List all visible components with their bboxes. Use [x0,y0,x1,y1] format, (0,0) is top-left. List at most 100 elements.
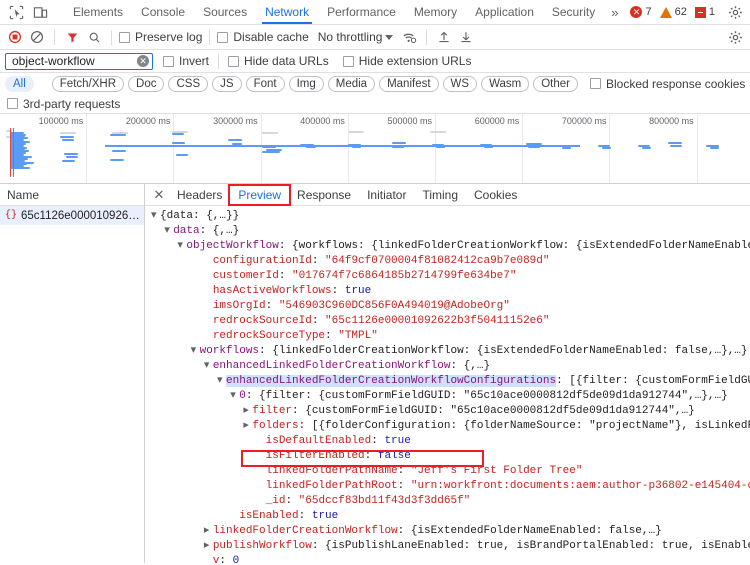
record-stop-icon[interactable] [5,27,25,47]
type-chip-wasm[interactable]: Wasm [481,76,529,92]
tab-performance[interactable]: Performance [318,0,405,24]
json-line[interactable]: ▾enhancedLinkedFolderCreationWorkflow: {… [151,359,750,374]
json-line[interactable]: ▸filter: {customFormFieldGUID: "65c10ace… [151,404,750,419]
tab-sources[interactable]: Sources [194,0,256,24]
error-badge[interactable]: ✕ 7 [627,6,654,18]
overview-tick-label: 800000 ms [649,116,694,126]
tab-cookies[interactable]: Cookies [466,186,525,204]
tab-timing[interactable]: Timing [414,186,466,204]
expand-triangle-right-icon[interactable]: ▸ [204,539,213,554]
json-line[interactable]: redrockSourceType: "TMPL" [151,329,750,344]
tab-memory[interactable]: Memory [405,0,466,24]
network-overview-timeline[interactable]: 100000 ms200000 ms300000 ms400000 ms5000… [0,114,750,184]
tab-console[interactable]: Console [132,0,194,24]
type-chip-js[interactable]: JS [212,76,241,92]
type-chip-fetch-xhr[interactable]: Fetch/XHR [52,76,124,92]
type-chip-manifest[interactable]: Manifest [379,76,438,92]
message-badge[interactable]: 1 [692,6,718,18]
tab-initiator[interactable]: Initiator [359,186,414,204]
tab-response[interactable]: Response [289,186,359,204]
json-line[interactable]: _id: "65dccf83bd11f43d3f3dd65f" [151,494,750,509]
throttling-dropdown[interactable]: No throttling [318,30,394,44]
filter-funnel-icon[interactable] [62,27,82,47]
json-line[interactable]: imsOrgId: "546903C960DC856F0A494019@Adob… [151,299,750,314]
settings-gear-icon[interactable] [726,3,746,21]
json-line[interactable]: ▸publishWorkflow: {isPublishLaneEnabled:… [151,539,750,554]
clear-icon[interactable] [27,27,47,47]
clear-filter-icon[interactable]: ✕ [137,55,149,67]
json-line[interactable]: ▸linkedFolderCreationWorkflow: {isExtend… [151,524,750,539]
tab-application[interactable]: Application [466,0,543,24]
invert-label: Invert [179,54,209,68]
json-line[interactable]: ▾data: {,…} [151,224,750,239]
expand-triangle-down-icon[interactable]: ▾ [191,344,200,359]
tab-elements[interactable]: Elements [64,0,132,24]
preserve-log-checkbox[interactable]: Preserve log [119,30,202,44]
json-line[interactable]: ▾0: {filter: {customFormFieldGUID: "65c1… [151,389,750,404]
expand-triangle-down-icon[interactable]: ▾ [217,374,226,389]
network-settings-gear-icon[interactable] [725,27,745,47]
detail-tabs: ✕ Headers Preview Response Initiator Tim… [145,184,750,206]
tab-preview[interactable]: Preview [230,186,289,204]
json-line[interactable]: isFilterEnabled: false [151,449,750,464]
type-chip-other[interactable]: Other [533,76,578,92]
hide-data-urls-checkbox[interactable]: Hide data URLs [228,54,329,68]
overview-long-request-bar [105,145,580,147]
overview-request-bar [670,145,682,147]
json-line[interactable]: hasActiveWorkflows: true [151,284,750,299]
disable-cache-label: Disable cache [233,30,308,44]
inspect-icon[interactable] [6,3,26,21]
type-chip-media[interactable]: Media [328,76,375,92]
hide-extension-urls-checkbox[interactable]: Hide extension URLs [343,54,472,68]
hide-data-urls-box [228,56,239,67]
hide-extension-urls-box [343,56,354,67]
tab-security[interactable]: Security [543,0,604,24]
type-chip-css[interactable]: CSS [168,76,208,92]
type-chip-doc[interactable]: Doc [128,76,164,92]
json-line[interactable]: redrockSourceId: "65c1126e00001092622b3f… [151,314,750,329]
import-har-icon[interactable] [434,27,454,47]
json-line[interactable]: ▾workflows: {linkedFolderCreationWorkflo… [151,344,750,359]
json-line[interactable]: isDefaultEnabled: true [151,434,750,449]
expand-triangle-right-icon[interactable]: ▸ [204,524,213,539]
type-chip-img[interactable]: Img [289,76,324,92]
json-line[interactable]: __v: 0 [151,554,750,563]
json-line[interactable]: ▾objectWorkflow: {workflows: {linkedFold… [151,239,750,254]
disable-cache-checkbox[interactable]: Disable cache [217,30,308,44]
expand-triangle-down-icon[interactable]: ▾ [164,224,173,239]
json-line-indent [204,329,213,344]
close-icon[interactable]: ✕ [149,185,169,205]
error-icon: ✕ [630,6,642,18]
json-line[interactable]: ▸folders: [{folderConfiguration: {folder… [151,419,750,434]
filter-input-wrapper[interactable]: ✕ [5,53,153,70]
third-party-requests-checkbox[interactable]: 3rd-party requests [7,97,120,111]
expand-triangle-down-icon[interactable]: ▾ [204,359,213,374]
expand-triangle-down-icon[interactable]: ▾ [151,209,160,224]
filter-input[interactable] [10,53,134,69]
json-line[interactable]: ▾{data: {,…}} [151,209,750,224]
expand-triangle-down-icon[interactable]: ▾ [230,389,239,404]
overview-request-bar [430,131,446,133]
json-preview-tree[interactable]: ▾{data: {,…}} ▾data: {,…} ▾objectWorkflo… [145,206,750,563]
type-chip-all[interactable]: All [5,76,34,92]
tab-network[interactable]: Network [256,0,318,24]
export-har-icon[interactable] [456,27,476,47]
table-row[interactable]: {} 65c1126e00001092622... [0,206,144,225]
requests-column-header[interactable]: Name [0,184,144,206]
device-toggle-icon[interactable] [30,3,50,21]
warning-badge[interactable]: 62 [657,6,690,18]
type-chip-font[interactable]: Font [246,76,285,92]
search-icon[interactable] [84,27,104,47]
json-line[interactable]: linkedFolderPathRoot: "urn:workfront:doc… [151,479,750,494]
invert-checkbox[interactable]: Invert [163,54,209,68]
json-line[interactable]: configurationId: "64f9cf0700004f81082412… [151,254,750,269]
json-line[interactable]: ▾enhancedLinkedFolderCreationWorkflowCon… [151,374,750,389]
more-tabs-button[interactable]: » [604,5,625,20]
blocked-response-cookies-checkbox[interactable]: Blocked response cookies [590,77,745,91]
type-chip-ws[interactable]: WS [443,76,478,92]
json-line[interactable]: linkedFolderPathName: "Jeff's First Fold… [151,464,750,479]
json-line[interactable]: customerId: "017674f7c6864185b2714799fe6… [151,269,750,284]
tab-headers[interactable]: Headers [169,186,230,204]
json-line[interactable]: isEnabled: true [151,509,750,524]
network-conditions-icon[interactable] [399,27,419,47]
